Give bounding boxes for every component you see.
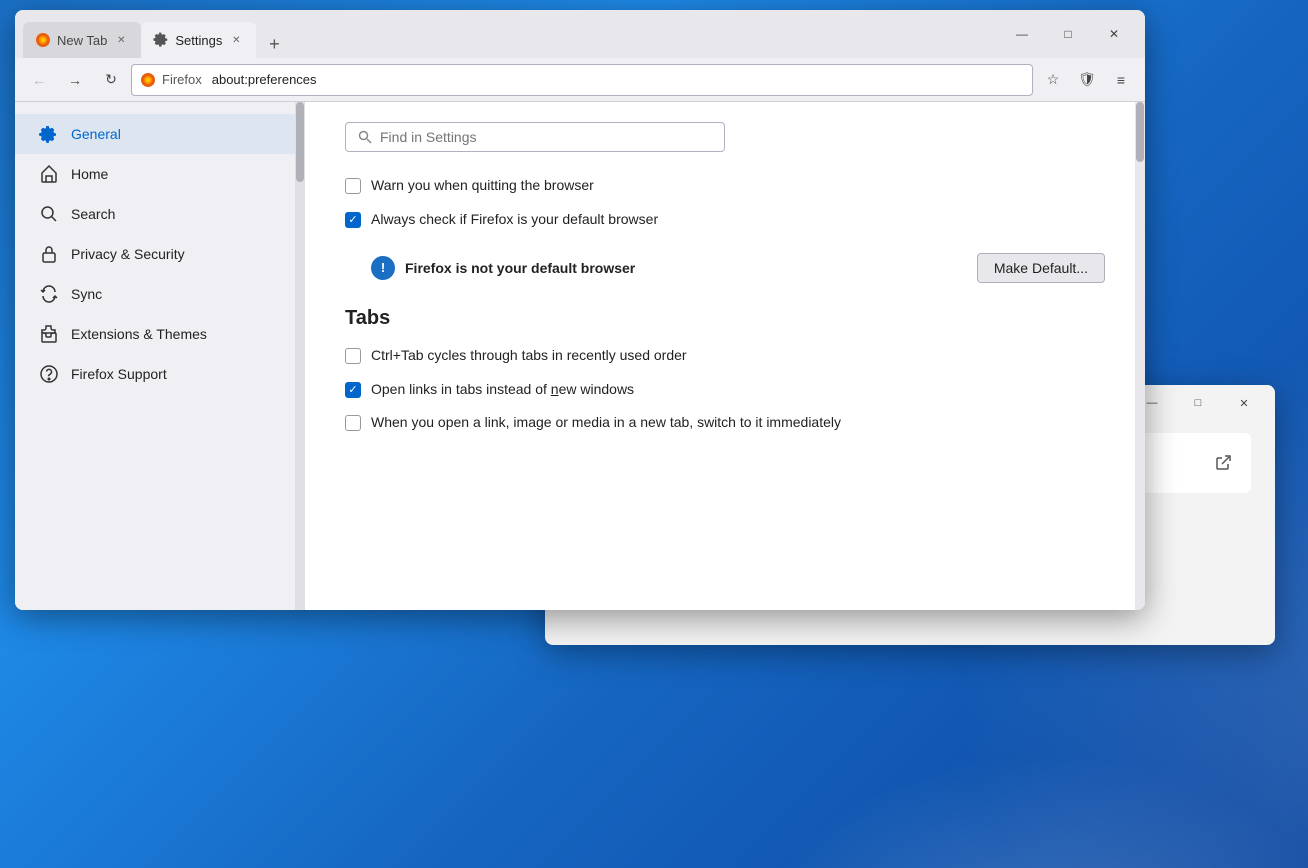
firefox-logo-small xyxy=(140,72,156,88)
window-controls: — □ ✕ xyxy=(999,10,1145,58)
ctrl-tab-label: Ctrl+Tab cycles through tabs in recently… xyxy=(371,346,687,366)
search-icon xyxy=(39,204,59,224)
close-button[interactable]: ✕ xyxy=(1091,10,1137,58)
toolbar-right: ☆ 🛡 ≡ xyxy=(1037,64,1137,96)
forward-button[interactable]: → xyxy=(59,64,91,96)
sidebar-item-search[interactable]: Search xyxy=(15,194,295,234)
warn-quit-checkbox[interactable] xyxy=(345,178,361,194)
sidebar-item-privacy[interactable]: Privacy & Security xyxy=(15,234,295,274)
title-bar: New Tab ✕ Settings ✕ + — □ ✕ xyxy=(15,10,1145,58)
browser-toolbar: ← → ↻ Firefox about:preferences ☆ 🛡 ≡ xyxy=(15,58,1145,102)
bookmark-button[interactable]: ☆ xyxy=(1037,64,1069,96)
open-links-row: Open links in tabs instead of new window… xyxy=(345,380,1105,400)
sidebar: General Home xyxy=(15,102,295,406)
content-scrollbar-thumb xyxy=(1136,102,1144,162)
content-scrollbar[interactable] xyxy=(1135,102,1145,610)
sidebar-scroll: General Home xyxy=(15,102,305,610)
settings-tab-icon xyxy=(153,32,169,48)
default-browser-check-row: Always check if Firefox is your default … xyxy=(345,210,1105,230)
warn-quit-label: Warn you when quitting the browser xyxy=(371,176,594,196)
win-settings-close[interactable]: ✕ xyxy=(1221,385,1267,421)
sidebar-item-general[interactable]: General xyxy=(15,114,295,154)
sidebar-item-extensions[interactable]: Extensions & Themes xyxy=(15,314,295,354)
back-button[interactable]: ← xyxy=(23,64,55,96)
main-content: General Home xyxy=(15,102,1145,610)
pocket-button[interactable]: 🛡 xyxy=(1071,64,1103,96)
switch-tab-checkbox[interactable] xyxy=(345,415,361,431)
sidebar-item-sync[interactable]: Sync xyxy=(15,274,295,314)
new-tab-button[interactable]: + xyxy=(260,30,288,58)
tab-newtab[interactable]: New Tab ✕ xyxy=(23,22,141,58)
sidebar-support-label: Firefox Support xyxy=(71,366,167,382)
ctrl-tab-row: Ctrl+Tab cycles through tabs in recently… xyxy=(345,346,1105,366)
firefox-tab-icon xyxy=(35,32,51,48)
minimize-button[interactable]: — xyxy=(999,10,1045,58)
address-url: about:preferences xyxy=(212,72,317,87)
not-default-icon: ! xyxy=(371,256,395,280)
external-link-icon[interactable] xyxy=(1211,451,1235,475)
help-icon xyxy=(39,364,59,384)
open-links-label: Open links in tabs instead of new window… xyxy=(371,380,634,400)
sync-icon xyxy=(39,284,59,304)
default-browser-label: Always check if Firefox is your default … xyxy=(371,210,658,230)
sidebar-scrollbar[interactable] xyxy=(295,102,305,610)
open-links-checkbox[interactable] xyxy=(345,382,361,398)
settings-content-area: Warn you when quitting the browser Alway… xyxy=(305,102,1145,610)
lock-icon xyxy=(39,244,59,264)
svg-text:!: ! xyxy=(381,260,385,275)
sidebar-item-home[interactable]: Home xyxy=(15,154,295,194)
tab-newtab-close[interactable]: ✕ xyxy=(113,32,129,48)
switch-tab-label: When you open a link, image or media in … xyxy=(371,413,841,433)
tabs-section-title: Tabs xyxy=(345,307,1105,330)
find-in-settings-input[interactable] xyxy=(380,129,712,145)
reload-button[interactable]: ↻ xyxy=(95,64,127,96)
default-browser-checkbox[interactable] xyxy=(345,212,361,228)
tab-settings-close[interactable]: ✕ xyxy=(228,32,244,48)
warn-quit-row: Warn you when quitting the browser xyxy=(345,176,1105,196)
not-default-text: Firefox is not your default browser xyxy=(405,260,967,276)
sidebar-sync-label: Sync xyxy=(71,286,102,302)
site-name: Firefox xyxy=(162,72,202,87)
tab-settings-label: Settings xyxy=(175,33,222,48)
settings-scroll: Warn you when quitting the browser Alway… xyxy=(305,102,1145,610)
sidebar-scrollbar-thumb xyxy=(296,102,304,182)
address-bar[interactable]: Firefox about:preferences xyxy=(131,64,1033,96)
switch-tab-row: When you open a link, image or media in … xyxy=(345,413,1105,433)
menu-button[interactable]: ≡ xyxy=(1105,64,1137,96)
sidebar-item-support[interactable]: Firefox Support xyxy=(15,354,295,394)
sidebar-home-label: Home xyxy=(71,166,108,182)
tabs-container: New Tab ✕ Settings ✕ + xyxy=(15,10,999,58)
sidebar-privacy-label: Privacy & Security xyxy=(71,246,185,262)
find-search-icon xyxy=(358,130,372,144)
home-icon xyxy=(39,164,59,184)
maximize-button[interactable]: □ xyxy=(1045,10,1091,58)
not-default-row: ! Firefox is not your default browser Ma… xyxy=(345,243,1105,293)
win-settings-maximize[interactable]: □ xyxy=(1175,385,1221,421)
make-default-button[interactable]: Make Default... xyxy=(977,253,1105,283)
sidebar-general-label: General xyxy=(71,126,121,142)
sidebar-search-label: Search xyxy=(71,206,115,222)
tabs-section: Tabs Ctrl+Tab cycles through tabs in rec… xyxy=(345,307,1105,433)
sidebar-extensions-label: Extensions & Themes xyxy=(71,326,207,342)
gear-icon xyxy=(39,124,59,144)
firefox-window: New Tab ✕ Settings ✕ + — □ ✕ ← xyxy=(15,10,1145,610)
puzzle-icon xyxy=(39,324,59,344)
ctrl-tab-checkbox[interactable] xyxy=(345,348,361,364)
find-in-settings xyxy=(345,122,725,152)
tab-newtab-label: New Tab xyxy=(57,33,107,48)
tab-settings[interactable]: Settings ✕ xyxy=(141,22,256,58)
